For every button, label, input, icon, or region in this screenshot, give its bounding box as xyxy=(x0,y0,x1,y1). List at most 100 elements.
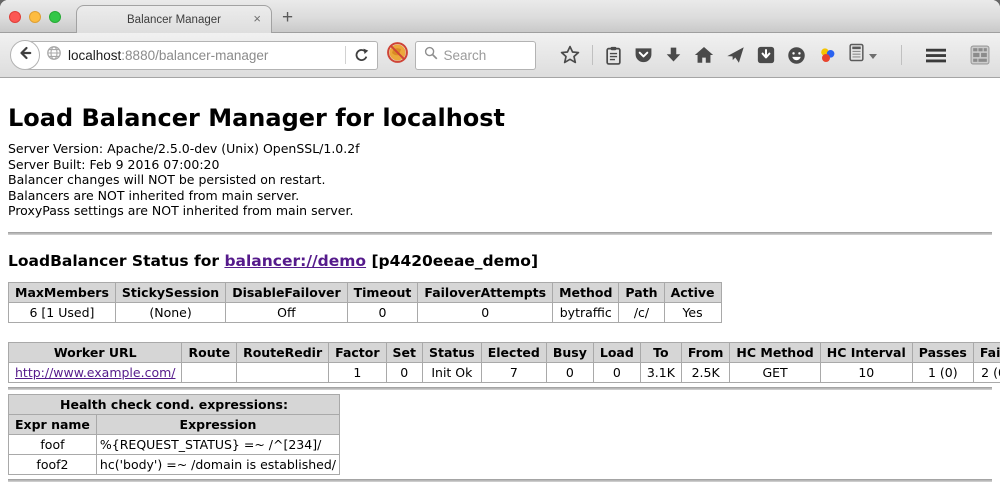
reload-button[interactable] xyxy=(352,48,377,63)
window-controls xyxy=(9,11,61,23)
device-menu-button[interactable] xyxy=(849,43,877,67)
column-header: HC Method xyxy=(730,342,820,362)
table-cell: 1 (0) xyxy=(912,362,973,382)
search-bar[interactable]: Search xyxy=(415,41,537,70)
site-globe-icon xyxy=(46,45,62,66)
reload-icon xyxy=(354,48,369,63)
clipboard-icon[interactable] xyxy=(605,46,622,65)
section-divider xyxy=(8,387,992,390)
column-header: RouteRedir xyxy=(237,342,329,362)
page-title: Load Balancer Manager for localhost xyxy=(8,104,992,132)
pocket-icon[interactable] xyxy=(634,46,653,64)
bookmark-star-icon[interactable] xyxy=(560,45,580,65)
column-header: Worker URL xyxy=(9,342,182,362)
column-header: To xyxy=(640,342,681,362)
tab-balancer-manager[interactable]: Balancer Manager × xyxy=(76,5,272,33)
url-path: :8880/balancer-manager xyxy=(121,48,268,63)
tiles-icon[interactable] xyxy=(970,45,990,65)
page-content: Load Balancer Manager for localhost Serv… xyxy=(0,78,1000,491)
url-bar[interactable]: localhost:8880/balancer-manager xyxy=(25,41,378,70)
table-cell: foof2 xyxy=(9,454,97,474)
blocked-content-icon xyxy=(386,41,409,69)
table-cell: 2 (0) xyxy=(973,362,1000,382)
device-icon xyxy=(849,43,864,67)
column-header: MaxMembers xyxy=(9,282,116,302)
column-header: Load xyxy=(593,342,640,362)
colored-dots-icon[interactable] xyxy=(818,46,837,65)
feedback-smiley-icon[interactable] xyxy=(787,46,806,65)
column-header: DisableFailover xyxy=(226,282,347,302)
table-cell: /c/ xyxy=(619,302,664,322)
section-divider xyxy=(8,232,992,235)
table-row: 6 [1 Used](None)Off00bytraffic/c/Yes xyxy=(9,302,722,322)
url-text[interactable]: localhost:8880/balancer-manager xyxy=(68,48,339,63)
table-header-row: Worker URLRouteRouteRedirFactorSetStatus… xyxy=(9,342,1000,362)
worker-url-link[interactable]: http://www.example.com/ xyxy=(15,365,175,380)
table-cell: 10 xyxy=(820,362,912,382)
column-header: Path xyxy=(619,282,664,302)
table-cell: hc('body') =~ /domain is established/ xyxy=(96,454,339,474)
table-header-row: Expr nameExpression xyxy=(9,414,340,434)
table-cell xyxy=(237,362,329,382)
column-header: Active xyxy=(664,282,721,302)
table-cell: 2.5K xyxy=(681,362,730,382)
table-cell: 0 xyxy=(347,302,418,322)
browser-window: Balancer Manager × + localhost:8880/bala… xyxy=(0,0,1000,491)
toolbar-divider xyxy=(901,45,902,65)
column-header: Fails xyxy=(973,342,1000,362)
table-header-row: MaxMembersStickySessionDisableFailoverTi… xyxy=(9,282,722,302)
status-heading-suffix: [p4420eeae_demo] xyxy=(366,252,538,270)
column-header: Expr name xyxy=(9,414,97,434)
table-cell: Init Ok xyxy=(423,362,482,382)
tab-title: Balancer Manager xyxy=(127,14,221,26)
new-tab-button[interactable]: + xyxy=(282,5,293,31)
content-blocker-button[interactable] xyxy=(386,41,409,69)
toolbar-buttons xyxy=(548,43,990,67)
table-cell: http://www.example.com/ xyxy=(9,362,182,382)
table-cell: GET xyxy=(730,362,820,382)
column-header: Expression xyxy=(96,414,339,434)
table-cell: 1 xyxy=(329,362,386,382)
close-window-button[interactable] xyxy=(9,11,21,23)
back-arrow-icon xyxy=(17,45,33,66)
table-cell xyxy=(182,362,237,382)
inherit-notice-line: Balancers are NOT inherited from main se… xyxy=(8,188,992,204)
zoom-window-button[interactable] xyxy=(49,11,61,23)
url-domain: localhost xyxy=(68,48,121,63)
send-plane-icon[interactable] xyxy=(726,46,745,64)
server-info: Server Version: Apache/2.5.0-dev (Unix) … xyxy=(8,141,992,219)
table-cell: 6 [1 Used] xyxy=(9,302,116,322)
table-cell: bytraffic xyxy=(553,302,619,322)
table-row: foof2hc('body') =~ /domain is establishe… xyxy=(9,454,340,474)
navigation-toolbar: localhost:8880/balancer-manager Search xyxy=(0,33,1000,78)
menu-hamburger-icon[interactable] xyxy=(926,48,946,63)
home-icon[interactable] xyxy=(694,46,714,64)
table-cell: Off xyxy=(226,302,347,322)
table-caption: Health check cond. expressions: xyxy=(9,394,340,414)
table-cell: 0 xyxy=(418,302,553,322)
server-built-line: Server Built: Feb 9 2016 07:00:20 xyxy=(8,157,992,173)
search-magnifier-icon xyxy=(424,46,438,65)
column-header: Status xyxy=(423,342,482,362)
health-check-table: Health check cond. expressions:Expr name… xyxy=(8,394,340,475)
table-cell: 0 xyxy=(593,362,640,382)
back-button[interactable] xyxy=(10,40,40,70)
column-header: Set xyxy=(386,342,422,362)
downloads-arrow-icon[interactable] xyxy=(665,46,682,64)
balancer-demo-link[interactable]: balancer://demo xyxy=(224,252,366,270)
balancer-status-heading: LoadBalancer Status for balancer://demo … xyxy=(8,252,992,270)
column-header: From xyxy=(681,342,730,362)
minimize-window-button[interactable] xyxy=(29,11,41,23)
column-header: HC Interval xyxy=(820,342,912,362)
table-cell: %{REQUEST_STATUS} =~ /^[234]/ xyxy=(96,434,339,454)
table-cell: Yes xyxy=(664,302,721,322)
urlbar-divider xyxy=(345,46,346,64)
download-box-icon[interactable] xyxy=(757,46,775,64)
table-cell: 7 xyxy=(481,362,546,382)
table-cell: (None) xyxy=(115,302,225,322)
table-cell: foof xyxy=(9,434,97,454)
column-header: Route xyxy=(182,342,237,362)
column-header: Busy xyxy=(546,342,593,362)
tab-close-icon[interactable]: × xyxy=(253,11,261,26)
worker-status-table: Worker URLRouteRouteRedirFactorSetStatus… xyxy=(8,342,1000,383)
